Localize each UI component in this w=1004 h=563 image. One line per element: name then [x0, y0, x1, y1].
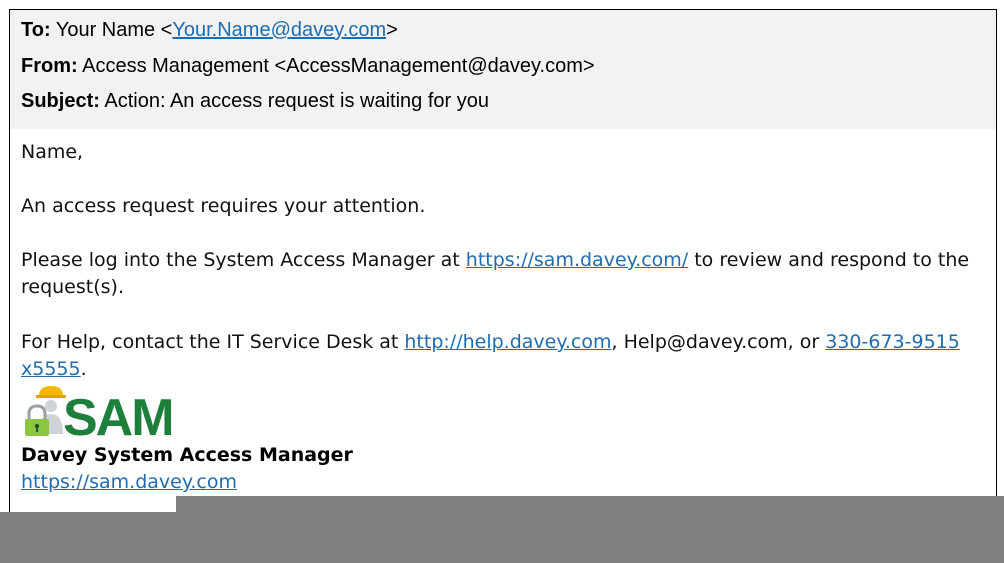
greeting: Name,	[21, 141, 84, 163]
help-site-link[interactable]: http://help.davey.com	[404, 331, 611, 353]
login-text-before: Please log into the System Access Manage…	[21, 249, 466, 271]
to-name: Your Name <	[55, 19, 173, 41]
body-line-login: Please log into the System Access Manage…	[21, 247, 981, 301]
help-text-mid: , Help@davey.com, or	[611, 331, 826, 353]
help-text-end: .	[80, 358, 87, 380]
subject-value: Action: An access request is waiting for…	[104, 90, 489, 112]
sam-link[interactable]: https://sam.davey.com/	[466, 249, 688, 271]
from-line: From: Access Management <AccessManagemen…	[21, 54, 595, 78]
signature-url-wrapper: https://sam.davey.com	[21, 469, 237, 496]
subject-label: Subject:	[21, 90, 100, 112]
body-line-request: An access request requires your attentio…	[21, 195, 426, 217]
to-label: To:	[21, 19, 51, 41]
to-line: To: Your Name <Your.Name@davey.com>	[21, 18, 398, 42]
sam-logo: SAM	[25, 386, 173, 438]
help-text-before: For Help, contact the IT Service Desk at	[21, 331, 405, 353]
body-line-help: For Help, contact the IT Service Desk at…	[21, 329, 981, 383]
to-email-link[interactable]: Your.Name@davey.com	[172, 19, 386, 41]
subject-line: Subject: Action: An access request is wa…	[21, 89, 489, 113]
signature-name: Davey System Access Manager	[21, 444, 353, 466]
email-header: To: Your Name <Your.Name@davey.com> From…	[10, 10, 996, 129]
to-close: >	[386, 19, 398, 41]
gray-overlay-bottom	[0, 512, 1004, 563]
hardhat-icon	[39, 386, 63, 396]
signature-url-link[interactable]: https://sam.davey.com	[21, 471, 237, 493]
email-message: To: Your Name <Your.Name@davey.com> From…	[9, 9, 997, 519]
from-label: From:	[21, 55, 78, 77]
gray-overlay-top	[176, 496, 1004, 513]
from-value: Access Management <AccessManagement@dave…	[82, 55, 595, 77]
lock-icon	[25, 404, 49, 436]
logo-text: SAM	[63, 389, 173, 438]
